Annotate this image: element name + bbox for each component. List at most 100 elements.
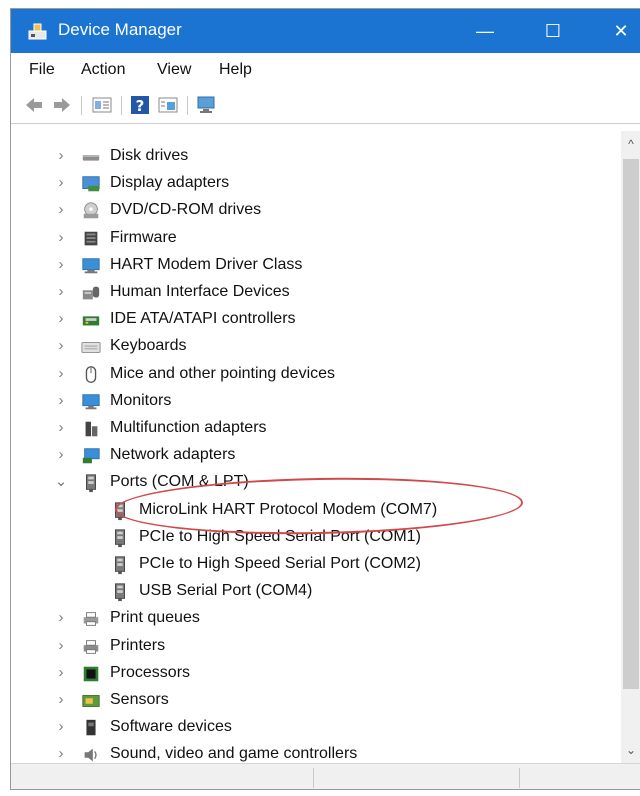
tree-category-item[interactable]: › HART Modem Driver Class <box>11 253 619 280</box>
tree-category-item[interactable]: › DVD/CD-ROM drives <box>11 198 619 225</box>
svg-text:?: ? <box>136 97 145 115</box>
tree-item-label: Monitors <box>110 391 172 409</box>
tree-item-label: PCIe to High Speed Serial Port (COM2) <box>139 555 421 572</box>
expand-chevron-icon[interactable]: › <box>54 664 68 682</box>
tree-item-label: Mice and other pointing devices <box>110 364 336 382</box>
toolbar-divider <box>81 96 82 115</box>
back-arrow-icon[interactable] <box>23 94 45 116</box>
tree-item-label: IDE ATA/ATAPI controllers <box>110 310 296 328</box>
printer-icon <box>83 639 99 654</box>
menu-action[interactable]: Action <box>81 61 125 79</box>
expand-chevron-icon[interactable]: › <box>54 147 68 165</box>
scan-hardware-icon[interactable] <box>195 94 217 116</box>
toolbar-divider <box>187 96 188 115</box>
tree-category-item[interactable]: › Display adapters <box>11 171 619 198</box>
tree-item-label: Firmware <box>110 228 177 246</box>
scroll-down-button[interactable]: ⌄ <box>623 743 639 757</box>
tree-item-label: DVD/CD-ROM drives <box>110 201 262 219</box>
close-button[interactable]: ✕ <box>587 9 640 53</box>
print-queue-icon <box>83 612 99 627</box>
tree-category-item[interactable]: › Printers <box>11 634 619 661</box>
expand-chevron-icon[interactable]: › <box>54 718 68 736</box>
window-title: Device Manager <box>58 20 182 39</box>
expand-chevron-icon[interactable]: › <box>54 365 68 383</box>
status-bar-divider <box>313 768 314 788</box>
expand-chevron-icon[interactable]: › <box>54 229 68 247</box>
tree-category-item[interactable]: › Sound, video and game controllers <box>11 742 619 763</box>
dvd-drive-icon <box>83 202 99 219</box>
expand-chevron-icon[interactable]: › <box>54 256 68 274</box>
expand-chevron-icon[interactable]: › <box>54 310 68 328</box>
expand-chevron-icon[interactable]: › <box>54 609 68 627</box>
menu-bar: File Action View Help <box>11 53 640 87</box>
tree-category-item[interactable]: › Mice and other pointing devices <box>11 362 619 389</box>
scroll-up-button[interactable]: ^ <box>623 137 639 151</box>
expand-chevron-icon[interactable]: › <box>54 337 68 355</box>
menu-help[interactable]: Help <box>219 61 252 79</box>
port-icon <box>115 556 125 575</box>
monitor-icon <box>82 394 100 410</box>
hid-icon <box>82 286 100 300</box>
expand-chevron-icon[interactable]: › <box>54 174 68 192</box>
processor-icon <box>83 666 99 682</box>
tree-item-label: Sensors <box>110 691 169 708</box>
expand-chevron-icon[interactable]: › <box>54 419 68 437</box>
scroll-thumb[interactable] <box>623 159 639 689</box>
expand-chevron-icon[interactable]: › <box>54 201 68 219</box>
tree-item-label: HART Modem Driver Class <box>110 255 303 273</box>
software-device-icon <box>86 720 96 736</box>
collapse-chevron-icon[interactable]: ⌄ <box>54 473 68 491</box>
properties-icon[interactable] <box>91 94 113 116</box>
forward-arrow-icon[interactable] <box>51 94 73 116</box>
tree-category-item[interactable]: › Firmware <box>11 226 619 253</box>
minimize-button[interactable]: — <box>451 9 519 53</box>
tree-category-item[interactable]: › Keyboards <box>11 334 619 361</box>
tree-item-label: Multifunction adapters <box>110 419 267 436</box>
tree-category-item[interactable]: › Monitors <box>11 389 619 416</box>
tree-item-label: Processors <box>110 663 191 681</box>
expand-chevron-icon[interactable]: › <box>54 745 68 763</box>
tree-category-item[interactable]: › Network adapters <box>11 443 619 470</box>
port-icon <box>115 529 125 547</box>
expand-chevron-icon[interactable]: › <box>54 446 68 464</box>
update-driver-icon[interactable] <box>157 94 179 116</box>
sensor-icon <box>82 695 100 707</box>
tree-category-item[interactable]: › IDE ATA/ATAPI controllers <box>11 307 619 334</box>
tree-category-item[interactable]: › Multifunction adapters <box>11 416 619 443</box>
device-manager-app-icon <box>28 23 47 40</box>
multifunction-icon <box>85 421 98 437</box>
firmware-icon <box>84 231 98 245</box>
menu-file[interactable]: File <box>29 61 55 79</box>
tree-item-label: Disk drives <box>110 147 189 164</box>
expand-chevron-icon[interactable]: › <box>54 691 68 709</box>
tree-item-label: Software devices <box>110 718 232 736</box>
maximize-button[interactable]: ☐ <box>519 9 587 53</box>
sound-icon <box>84 749 97 762</box>
tree-item-label: Print queues <box>110 609 200 627</box>
tree-category-item[interactable]: › Processors <box>11 661 619 688</box>
tree-item-label: Printers <box>110 636 166 654</box>
toolbar: ? <box>11 87 640 124</box>
port-icon <box>86 474 96 493</box>
tree-category-item[interactable]: › Disk drives <box>11 144 619 171</box>
mouse-icon <box>85 365 97 383</box>
tree-child-item[interactable]: PCIe to High Speed Serial Port (COM2) <box>11 552 619 579</box>
title-bar[interactable]: Device Manager — ☐ ✕ <box>11 9 640 53</box>
tree-item-label: Keyboards <box>110 337 187 355</box>
tree-category-item[interactable]: › Print queues <box>11 606 619 633</box>
expand-chevron-icon[interactable]: › <box>54 283 68 301</box>
expand-chevron-icon[interactable]: › <box>54 637 68 655</box>
vertical-scrollbar[interactable]: ^ ⌄ <box>621 131 640 763</box>
tree-item-label: Sound, video and game controllers <box>110 745 358 763</box>
status-bar <box>11 763 640 789</box>
expand-chevron-icon[interactable]: › <box>54 392 68 410</box>
tree-category-item[interactable]: › Human Interface Devices <box>11 280 619 307</box>
network-adapter-icon <box>82 448 100 464</box>
tree-item-label: USB Serial Port (COM4) <box>139 582 313 600</box>
help-icon[interactable]: ? <box>129 94 151 116</box>
tree-child-item[interactable]: USB Serial Port (COM4) <box>11 579 619 606</box>
tree-category-item[interactable]: › Software devices <box>11 715 619 742</box>
tree-category-item[interactable]: › Sensors <box>11 688 619 715</box>
menu-view[interactable]: View <box>157 61 191 79</box>
keyboard-icon <box>81 342 101 354</box>
